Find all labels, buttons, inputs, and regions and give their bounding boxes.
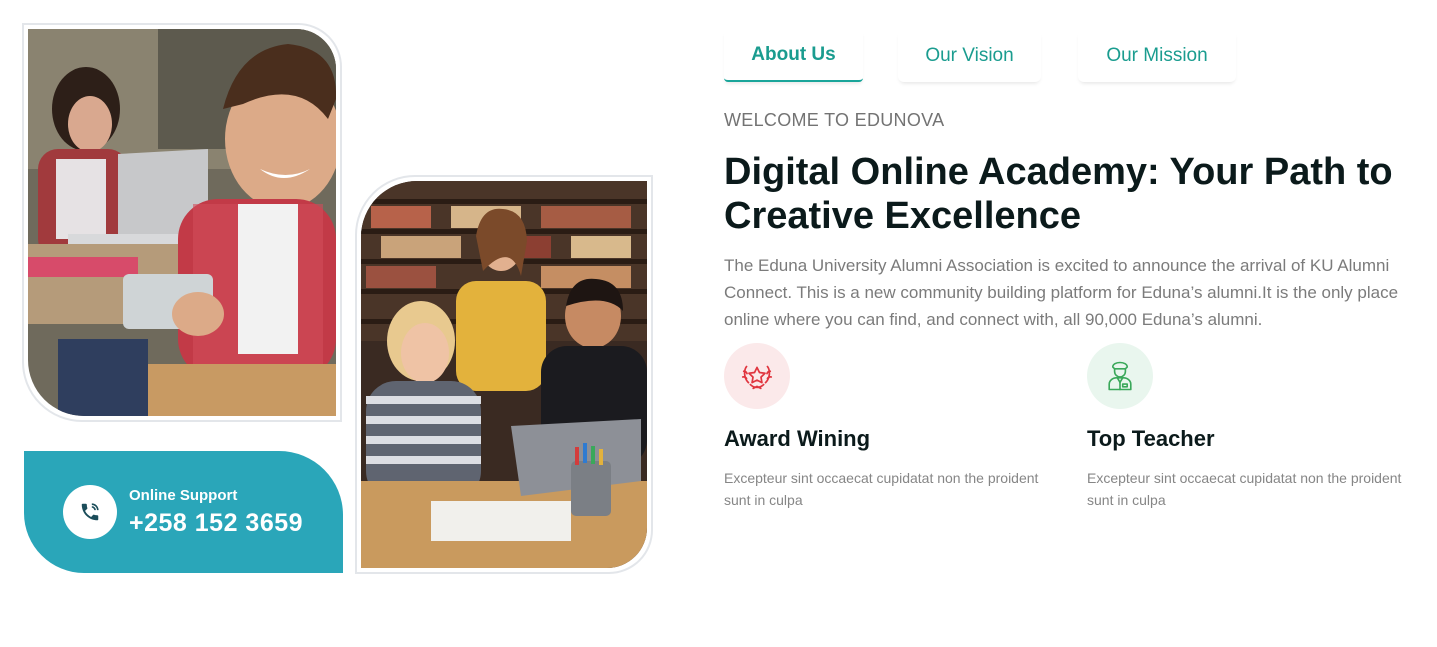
feature-top-teacher: Top Teacher Excepteur sint occaecat cupi… xyxy=(1087,343,1407,511)
feature-award: Award Wining Excepteur sint occaecat cup… xyxy=(724,343,1044,511)
section-eyebrow: WELCOME TO EDUNOVA xyxy=(724,110,945,130)
support-phone-number[interactable]: +258 152 3659 xyxy=(129,509,303,538)
feature-text: Excepteur sint occaecat cupidatat non th… xyxy=(724,470,1039,508)
award-icon xyxy=(724,343,790,409)
phone-icon xyxy=(63,485,117,539)
group-photo xyxy=(361,181,647,568)
feature-title: Award Wining xyxy=(724,426,871,451)
feature-text: Excepteur sint occaecat cupidatat non th… xyxy=(1087,470,1402,508)
teacher-icon xyxy=(1087,343,1153,409)
tab-our-vision[interactable]: Our Vision xyxy=(898,30,1041,82)
tab-about-us[interactable]: About Us xyxy=(724,30,863,82)
intro-paragraph: The Eduna University Alumni Association … xyxy=(724,256,1399,329)
feature-title: Top Teacher xyxy=(1087,426,1215,451)
student-photo-frame xyxy=(22,23,342,422)
support-label: Online Support xyxy=(129,487,238,504)
page-title: Digital Online Academy: Your Path to Cre… xyxy=(724,151,1393,237)
group-photo-frame xyxy=(355,175,653,574)
online-support-card[interactable]: Online Support +258 152 3659 xyxy=(24,451,343,573)
student-photo xyxy=(28,29,336,416)
tab-our-mission[interactable]: Our Mission xyxy=(1078,30,1236,82)
